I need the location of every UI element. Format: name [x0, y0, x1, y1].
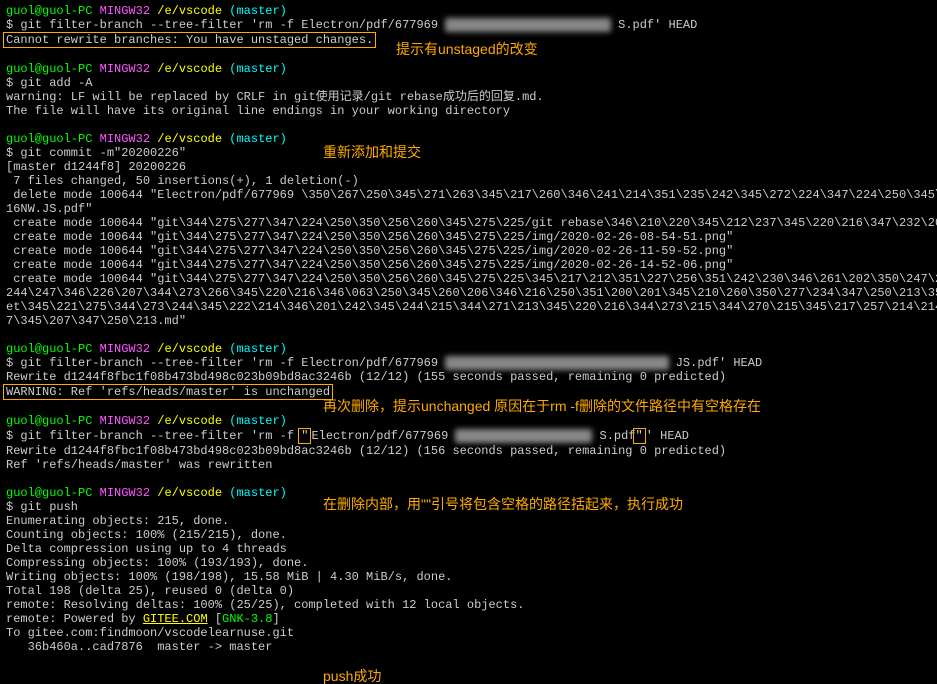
output: remote: Resolving deltas: 100% (25/25), …: [6, 598, 931, 612]
cmd-git-commit[interactable]: $ git commit -m"20200226": [6, 146, 931, 160]
prompt-line[interactable]: guol@guol-PC MINGW32 /e/vscode (master): [6, 62, 931, 76]
prompt-line[interactable]: guol@guol-PC MINGW32 /e/vscode (master): [6, 342, 931, 356]
output: warning: LF will be replaced by CRLF in …: [6, 90, 931, 104]
output: 244\247\346\226\207\344\273\266\345\220\…: [6, 286, 931, 300]
cmd-filter-branch-1[interactable]: $ git filter-branch --tree-filter 'rm -f…: [6, 18, 931, 32]
prompt-line[interactable]: guol@guol-PC MINGW32 /e/vscode (master): [6, 4, 931, 18]
output: create mode 100644 "git\344\275\277\347\…: [6, 258, 931, 272]
output: The file will have its original line end…: [6, 104, 931, 118]
output: Total 198 (delta 25), reused 0 (delta 0): [6, 584, 931, 598]
output: Compressing objects: 100% (193/193), don…: [6, 556, 931, 570]
output: Delta compression using up to 4 threads: [6, 542, 931, 556]
output: create mode 100644 "git\344\275\277\347\…: [6, 230, 931, 244]
output: 7 files changed, 50 insertions(+), 1 del…: [6, 174, 931, 188]
output: create mode 100644 "git\344\275\277\347\…: [6, 272, 931, 286]
annotation-3: 再次删除，提示unchanged 原因在于rm -f删除的文件路径中有空格存在: [323, 399, 761, 413]
output: 36b460a..cad7876 master -> master: [6, 640, 931, 654]
output: Writing objects: 100% (198/198), 15.58 M…: [6, 570, 931, 584]
output: Ref 'refs/heads/master' was rewritten: [6, 458, 931, 472]
output: create mode 100644 "git\344\275\277\347\…: [6, 216, 931, 230]
output: Counting objects: 100% (215/215), done.: [6, 528, 931, 542]
annotation-2: 重新添加和提交: [323, 145, 421, 159]
output: 16NW.JS.pdf": [6, 202, 931, 216]
gitee-link[interactable]: GITEE.COM: [143, 612, 208, 626]
cmd-filter-branch-2[interactable]: $ git filter-branch --tree-filter 'rm -f…: [6, 356, 931, 370]
prompt-line[interactable]: guol@guol-PC MINGW32 /e/vscode (master): [6, 414, 931, 428]
prompt-line[interactable]: guol@guol-PC MINGW32 /e/vscode (master): [6, 132, 931, 146]
output: remote: Powered by GITEE.COM [GNK-3.8]: [6, 612, 931, 626]
output: create mode 100644 "git\344\275\277\347\…: [6, 244, 931, 258]
output: delete mode 100644 "Electron/pdf/677969 …: [6, 188, 931, 202]
output: [master d1244f8] 20200226: [6, 160, 931, 174]
annotation-4: 在删除内部，用""引号将包含空格的路径括起来，执行成功: [323, 497, 683, 511]
output: To gitee.com:findmoon/vscodelearnuse.git: [6, 626, 931, 640]
cmd-filter-branch-3[interactable]: $ git filter-branch --tree-filter 'rm -f…: [6, 428, 931, 444]
cmd-git-add[interactable]: $ git add -A: [6, 76, 931, 90]
output: Rewrite d1244f8fbc1f08b473bd498c023b09bd…: [6, 370, 931, 384]
output: Rewrite d1244f8fbc1f08b473bd498c023b09bd…: [6, 444, 931, 458]
output: 7\345\207\347\250\213.md": [6, 314, 931, 328]
output: et\345\221\275\344\273\244\345\222\214\3…: [6, 300, 931, 314]
annotation-1: 提示有unstaged的改变: [396, 42, 538, 56]
output: Enumerating objects: 215, done.: [6, 514, 931, 528]
